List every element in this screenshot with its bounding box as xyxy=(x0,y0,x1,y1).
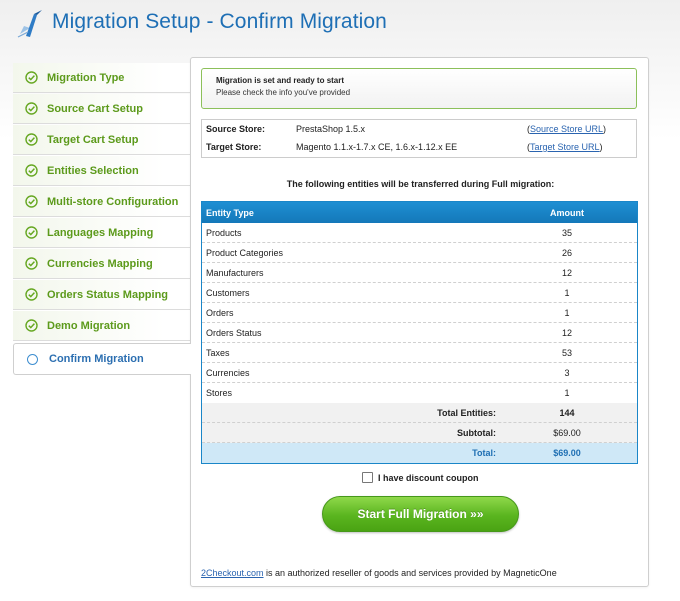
entity-name: Products xyxy=(206,228,242,238)
check-circle-icon xyxy=(25,288,38,301)
col-amount: Amount xyxy=(550,208,584,218)
entity-name: Customers xyxy=(206,288,250,298)
sidebar-step-label: Entities Selection xyxy=(47,164,139,177)
entities-intro: The following entities will be transferr… xyxy=(286,179,555,189)
entity-name: Manufacturers xyxy=(206,268,264,278)
notice-title: Migration is set and ready to start xyxy=(216,76,345,85)
total-entities-value: 144 xyxy=(559,408,575,418)
entity-name: Taxes xyxy=(206,348,230,358)
target-store-url: (Target Store URL) xyxy=(527,142,603,152)
entity-amount: 1 xyxy=(564,308,570,318)
target-store-url-link[interactable]: Target Store URL xyxy=(530,142,600,152)
discount-coupon-checkbox[interactable] xyxy=(362,472,373,483)
entity-amount: 12 xyxy=(561,328,572,338)
total-row: Total: $69.00 xyxy=(202,443,637,463)
discount-coupon-option[interactable]: I have discount coupon xyxy=(362,472,479,483)
table-row: Customers 1 xyxy=(202,283,637,303)
entity-amount: 1 xyxy=(564,288,570,298)
check-circle-icon xyxy=(25,257,38,270)
col-entity-type: Entity Type xyxy=(206,208,254,218)
table-row: Orders Status 12 xyxy=(202,323,637,343)
table-row: Currencies 3 xyxy=(202,363,637,383)
sidebar-step-orders-status-mapping[interactable]: Orders Status Mapping xyxy=(13,280,191,310)
source-store-url-link[interactable]: Source Store URL xyxy=(530,124,603,134)
table-row: Orders 1 xyxy=(202,303,637,323)
check-circle-icon xyxy=(25,102,38,115)
entity-name: Orders Status xyxy=(206,328,262,338)
sidebar-step-label: Migration Type xyxy=(47,71,125,84)
entity-name: Product Categories xyxy=(206,248,284,258)
ready-notice: Migration is set and ready to start Plea… xyxy=(201,68,637,109)
target-store-value: Magento 1.1.x-1.7.x CE, 1.6.x-1.12.x EE xyxy=(296,142,458,152)
check-circle-icon xyxy=(25,319,38,332)
confirm-panel: Migration is set and ready to start Plea… xyxy=(190,57,649,587)
check-circle-icon xyxy=(25,71,38,84)
page-title: Migration Setup - Confirm Migration xyxy=(52,10,387,33)
sidebar-step-label: Orders Status Mapping xyxy=(47,288,169,301)
check-circle-icon xyxy=(25,195,38,208)
start-full-migration-button[interactable]: Start Full Migration »» xyxy=(322,496,519,532)
2checkout-link[interactable]: 2Checkout.com xyxy=(201,568,264,578)
logo-icon xyxy=(17,10,42,38)
sidebar-step-currencies-mapping[interactable]: Currencies Mapping xyxy=(13,249,191,279)
table-row: Products 35 xyxy=(202,223,637,243)
source-store-value: PrestaShop 1.5.x xyxy=(296,124,366,134)
entity-amount: 1 xyxy=(564,388,570,398)
check-circle-icon xyxy=(25,164,38,177)
total-label: Total: xyxy=(472,448,496,458)
check-circle-icon xyxy=(25,133,38,146)
entity-amount: 35 xyxy=(561,228,572,238)
table-row: Stores 1 xyxy=(202,383,637,403)
sidebar-step-label: Confirm Migration xyxy=(49,353,144,365)
sidebar: Migration Type Source Cart Setup Target … xyxy=(13,63,191,375)
subtotal-row: Subtotal: $69.00 xyxy=(202,423,637,443)
sidebar-step-label: Languages Mapping xyxy=(47,226,154,239)
entity-amount: 12 xyxy=(561,268,572,278)
sidebar-step-languages-mapping[interactable]: Languages Mapping xyxy=(13,218,191,248)
entities-table-header: Entity Type Amount xyxy=(202,202,637,223)
source-store-label: Source Store: xyxy=(206,124,266,134)
sidebar-step-source-cart-setup[interactable]: Source Cart Setup xyxy=(13,94,191,124)
table-row: Taxes 53 xyxy=(202,343,637,363)
subtotal-label: Subtotal: xyxy=(457,428,496,438)
stores-summary: Source Store: PrestaShop 1.5.x (Source S… xyxy=(201,119,637,158)
sidebar-step-label: Multi-store Configuration xyxy=(47,195,179,208)
header xyxy=(14,8,50,40)
sidebar-step-label: Demo Migration xyxy=(47,319,131,332)
source-store-url: (Source Store URL) xyxy=(527,124,607,134)
sidebar-step-entities-selection[interactable]: Entities Selection xyxy=(13,156,191,186)
check-circle-icon xyxy=(25,226,38,239)
subtotal-value: $69.00 xyxy=(553,428,581,438)
entities-table-body: Products 35 Product Categories 26 Manufact… xyxy=(202,223,637,403)
target-store-row: Target Store: Magento 1.1.x-1.7.x CE, 1.… xyxy=(202,138,636,156)
source-store-row: Source Store: PrestaShop 1.5.x (Source S… xyxy=(202,120,636,138)
entity-name: Stores xyxy=(206,388,233,398)
total-entities-row: Total Entities: 144 xyxy=(202,403,637,423)
reseller-footer: 2Checkout.com is an authorized reseller … xyxy=(201,568,557,578)
discount-coupon-label: I have discount coupon xyxy=(378,472,479,483)
sidebar-step-label: Currencies Mapping xyxy=(47,257,153,270)
sidebar-step-target-cart-setup[interactable]: Target Cart Setup xyxy=(13,125,191,155)
entity-name: Orders xyxy=(206,308,234,318)
notice-subtitle: Please check the info you've provided xyxy=(216,88,351,97)
entity-name: Currencies xyxy=(206,368,250,378)
sidebar-step-demo-migration[interactable]: Demo Migration xyxy=(13,311,191,341)
target-store-label: Target Store: xyxy=(206,142,262,152)
entity-amount: 3 xyxy=(564,368,570,378)
table-row: Product Categories 26 xyxy=(202,243,637,263)
entity-amount: 53 xyxy=(561,348,572,358)
current-step-ring-icon xyxy=(27,353,38,365)
sidebar-step-label: Source Cart Setup xyxy=(47,102,143,115)
entity-amount: 26 xyxy=(561,248,572,258)
total-value: $69.00 xyxy=(553,448,581,458)
sidebar-step-multi-store-configuration[interactable]: Multi-store Configuration xyxy=(13,187,191,217)
entities-table: Entity Type Amount Products 35 Product Ca… xyxy=(201,201,638,464)
table-row: Manufacturers 12 xyxy=(202,263,637,283)
sidebar-step-label: Target Cart Setup xyxy=(47,133,139,146)
total-entities-label: Total Entities: xyxy=(437,408,496,418)
sidebar-step-migration-type[interactable]: Migration Type xyxy=(13,63,191,93)
sidebar-step-confirm-migration[interactable]: Confirm Migration xyxy=(13,343,191,375)
footer-text: is an authorized reseller of goods and s… xyxy=(263,568,557,578)
